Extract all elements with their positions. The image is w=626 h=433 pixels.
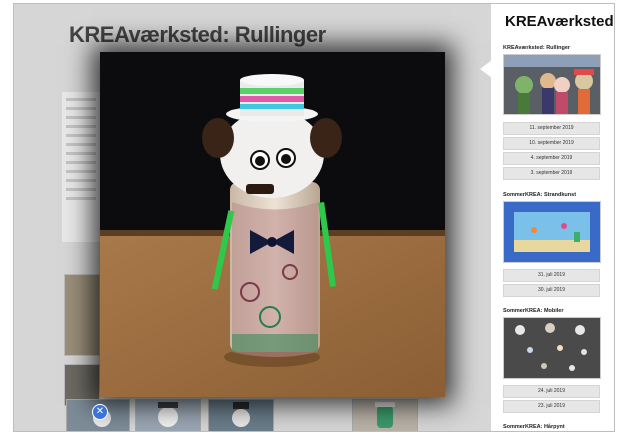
page-title: KREAværksted: Rullinger xyxy=(69,22,326,47)
date-link[interactable]: 3. september 2019 xyxy=(503,167,600,180)
date-link[interactable]: 31. juli 2019 xyxy=(503,269,600,282)
gallery-thumbnail[interactable] xyxy=(352,399,418,431)
sidebar-section-title[interactable]: KREAværksted: Rullinger xyxy=(503,45,570,51)
date-link[interactable]: 24. juli 2019 xyxy=(503,385,600,398)
gallery-thumbnail[interactable] xyxy=(208,399,274,431)
lightbox-image[interactable] xyxy=(100,52,445,397)
site-title[interactable]: KREAværksted xyxy=(505,13,614,30)
close-icon[interactable]: ✕ xyxy=(92,404,108,420)
sidebar-section-thumbnail[interactable] xyxy=(503,317,601,379)
date-link[interactable]: 10. september 2019 xyxy=(503,137,600,150)
date-link[interactable]: 11. september 2019 xyxy=(503,122,600,135)
date-link[interactable]: 23. juli 2019 xyxy=(503,400,600,413)
sidebar-section-thumbnail[interactable] xyxy=(503,201,601,263)
date-link[interactable]: 30. juli 2019 xyxy=(503,284,600,297)
sidebar-section-title[interactable]: SommerKREA: Strandkunst xyxy=(503,192,576,198)
gallery-thumbnail[interactable] xyxy=(64,274,100,356)
date-link[interactable]: 4. september 2019 xyxy=(503,152,600,165)
sidebar-section-title[interactable]: SommerKREA: Hårpynt xyxy=(503,424,565,430)
sidebar-section-thumbnail[interactable] xyxy=(503,54,601,115)
browser-viewport: KREAværksted: Rullinger KREAværksted KRE… xyxy=(13,3,615,432)
sidebar-section-title[interactable]: SommerKREA: Mobiler xyxy=(503,308,564,314)
sidebar: KREAværksted KREAværksted: Rullinger 11.… xyxy=(491,4,614,431)
gallery-thumbnail[interactable] xyxy=(135,399,201,431)
article-text-block xyxy=(62,92,100,242)
